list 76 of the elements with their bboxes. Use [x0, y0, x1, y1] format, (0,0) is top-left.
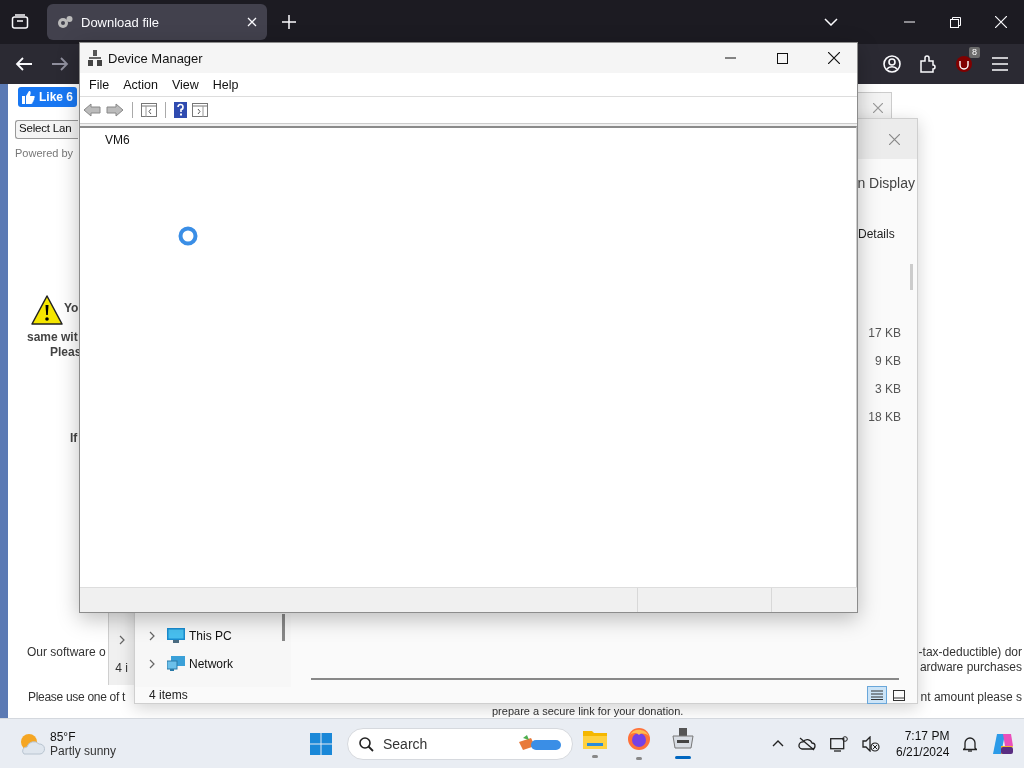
file-size: 17 KB: [868, 325, 901, 341]
network-icon: [167, 656, 185, 671]
temperature-text: 85°F: [50, 729, 77, 744]
file-size: 9 KB: [875, 353, 901, 369]
menu-item[interactable]: View: [164, 77, 206, 92]
nav-item[interactable]: Network: [189, 656, 233, 671]
menu-item[interactable]: Help: [205, 77, 246, 92]
chevron-down-icon[interactable]: [824, 18, 838, 26]
warning-icon: [31, 295, 63, 325]
scrollbar-thumb[interactable]: [311, 678, 899, 680]
monitor-icon[interactable]: [830, 735, 848, 752]
tree-item[interactable]: VM6: [105, 133, 130, 147]
paragraph-text: -tax-deductible) dor: [918, 645, 1022, 659]
bell-icon[interactable]: [963, 735, 978, 752]
search-field[interactable]: Search: [347, 727, 573, 760]
chevron-right-icon[interactable]: [149, 630, 155, 641]
paragraph-text: nt amount please s: [920, 690, 1022, 704]
paragraph-text: Our software o: [27, 645, 106, 659]
item-count: 4 items: [149, 688, 188, 702]
nav-item[interactable]: This PC: [189, 628, 232, 643]
forward-arrow-icon[interactable]: [51, 57, 69, 71]
forward-arrow-icon[interactable]: [106, 103, 124, 117]
language-select[interactable]: Select Lan: [15, 120, 78, 139]
browser-tab[interactable]: Download file: [47, 4, 267, 40]
folder-icon[interactable]: [583, 729, 607, 749]
scrollbar-thumb[interactable]: [910, 264, 913, 290]
paragraph-text: ardware purchases: [919, 660, 1022, 674]
powered-by-text: Powered by: [15, 147, 74, 159]
menu-item[interactable]: Action: [116, 77, 165, 92]
menu-icon[interactable]: [992, 57, 1008, 71]
menu-item[interactable]: File: [82, 77, 117, 92]
details-tab[interactable]: Details: [858, 227, 895, 241]
like-button[interactable]: Like 6: [18, 87, 78, 107]
console-tree-icon[interactable]: [141, 103, 157, 117]
puzzle-icon[interactable]: [919, 55, 937, 73]
extension-badge: 8: [969, 47, 980, 58]
paragraph-text: prepare a secure link for your donation.: [492, 705, 684, 717]
chevron-right-icon[interactable]: [149, 658, 155, 669]
help-icon[interactable]: [174, 102, 187, 118]
chevron-up-icon[interactable]: [772, 740, 784, 747]
browser-globe-icon[interactable]: [627, 727, 651, 751]
copilot-icon[interactable]: [991, 731, 1016, 756]
shield-icon[interactable]: [955, 55, 973, 73]
windows-start-icon[interactable]: [310, 732, 332, 755]
preview-view-icon: [893, 689, 905, 701]
chevron-right-icon[interactable]: [118, 635, 125, 645]
close-icon[interactable]: [828, 52, 840, 64]
tab-list-icon[interactable]: [11, 14, 29, 30]
item-count: 4 i: [115, 661, 128, 675]
scrollbar-thumb[interactable]: [282, 614, 285, 641]
column-header[interactable]: n Display: [857, 175, 915, 191]
new-tab-icon[interactable]: [282, 15, 296, 29]
printer-icon[interactable]: [671, 728, 695, 750]
clock-time[interactable]: 7:17 PM: [904, 727, 950, 744]
clock-date[interactable]: 6/21/2024: [896, 743, 950, 760]
file-size: 3 KB: [875, 381, 901, 397]
gear-icon: [57, 15, 73, 29]
window-title: Device Manager: [108, 50, 203, 66]
account-icon[interactable]: [883, 55, 901, 73]
monitor-icon: [167, 628, 185, 643]
file-size: 18 KB: [868, 409, 901, 425]
thumbs-up-icon: [22, 90, 35, 104]
view-button[interactable]: [867, 686, 887, 704]
action-pane-icon[interactable]: [192, 103, 208, 117]
details-view-icon: [871, 690, 883, 700]
weather-text: Partly sunny: [50, 743, 117, 758]
warning-text: same wit: [27, 330, 78, 344]
speaker-muted-icon[interactable]: [862, 735, 880, 752]
cloud-off-icon[interactable]: [798, 736, 816, 751]
note-text: If: [70, 431, 78, 445]
warning-text: Yo: [64, 301, 79, 315]
maximize-icon[interactable]: [776, 52, 788, 64]
loading-spinner-icon: [177, 225, 199, 247]
paragraph-text: Please use one of t: [28, 690, 126, 704]
minimize-icon[interactable]: [724, 57, 736, 59]
restore-icon[interactable]: [949, 16, 961, 28]
